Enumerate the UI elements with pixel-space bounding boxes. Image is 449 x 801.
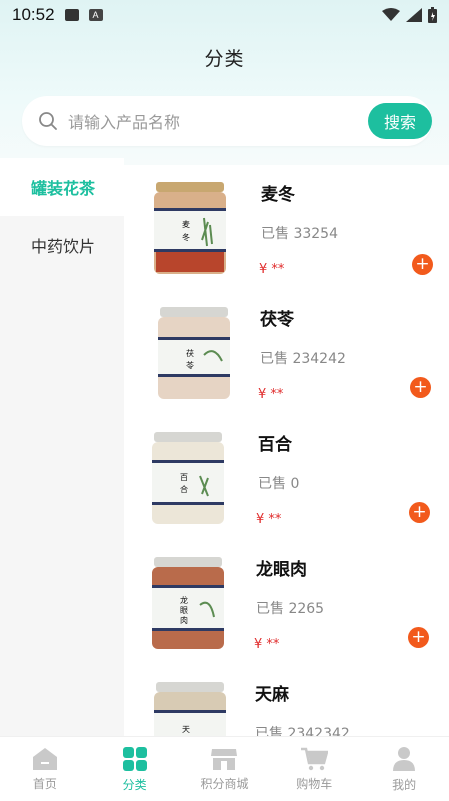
product-sold-count: 已售 33254 bbox=[261, 226, 338, 242]
signal-icon bbox=[406, 8, 422, 22]
tab-points-mall[interactable]: 积分商城 bbox=[184, 747, 264, 792]
sidebar-item-canned-tea[interactable]: 罐装花茶 bbox=[0, 158, 124, 216]
product-card[interactable]: 百 合 百合 已售 0 ¥ ** + bbox=[124, 428, 449, 553]
product-card[interactable]: 茯 苓 茯苓 已售 234242 ¥ ** + bbox=[124, 303, 449, 428]
jar-label-line3: 肉 bbox=[180, 615, 188, 625]
product-sold-count: 已售 0 bbox=[258, 476, 300, 492]
tab-home[interactable]: 首页 bbox=[5, 747, 85, 792]
page-title: 分类 bbox=[204, 48, 245, 70]
tab-label: 我的 bbox=[392, 777, 417, 792]
product-jar-image: 茯 苓 bbox=[158, 307, 230, 399]
product-name: 百合 bbox=[258, 435, 292, 455]
search-button[interactable]: 搜索 bbox=[368, 103, 432, 139]
product-price: ¥ ** bbox=[256, 512, 282, 527]
home-icon bbox=[32, 747, 57, 770]
status-bar: 10:52 A bbox=[0, 0, 449, 30]
product-jar-image: 百 合 bbox=[152, 432, 224, 524]
product-price: ¥ ** bbox=[254, 637, 280, 652]
add-to-cart-button[interactable]: + bbox=[412, 254, 433, 275]
jar-label-line2: 眼 bbox=[180, 606, 188, 615]
search-input[interactable]: 请输入产品名称 搜索 bbox=[22, 96, 432, 146]
jar-label-line1: 麦 bbox=[182, 219, 190, 229]
product-sold-count: 已售 234242 bbox=[260, 351, 346, 367]
product-jar-image: 龙 眼 肉 bbox=[152, 557, 224, 649]
jar-label-line2: 合 bbox=[180, 484, 188, 494]
search-placeholder: 请输入产品名称 bbox=[68, 113, 181, 132]
cart-icon bbox=[301, 747, 329, 770]
jar-label-line1: 天 bbox=[182, 725, 190, 734]
product-price: ¥ ** bbox=[258, 387, 284, 402]
product-sold-count: 已售 2265 bbox=[256, 601, 325, 617]
bottom-tab-bar: 首页 分类 积分商城 购物车 我的 bbox=[0, 736, 449, 801]
product-name: 天麻 bbox=[255, 685, 289, 705]
product-jar-image: 天 bbox=[154, 682, 226, 736]
product-name: 茯苓 bbox=[260, 310, 294, 330]
tab-category[interactable]: 分类 bbox=[95, 746, 175, 793]
product-price: ¥ ** bbox=[259, 262, 285, 277]
jar-label-line2: 冬 bbox=[182, 232, 190, 242]
search-icon bbox=[39, 112, 57, 130]
tab-label: 积分商城 bbox=[200, 776, 249, 791]
status-time: 10:52 bbox=[12, 5, 55, 24]
category-icon bbox=[122, 746, 147, 771]
tab-cart[interactable]: 购物车 bbox=[274, 747, 354, 792]
product-jar-image: 麦 冬 bbox=[154, 182, 226, 274]
product-name: 麦冬 bbox=[261, 185, 295, 205]
product-card[interactable]: 龙 眼 肉 龙眼肉 已售 2265 ¥ ** + bbox=[124, 553, 449, 678]
product-name: 龙眼肉 bbox=[256, 560, 307, 580]
jar-label-line1: 百 bbox=[180, 473, 188, 482]
jar-label-line2: 苓 bbox=[186, 360, 194, 370]
tab-mine[interactable]: 我的 bbox=[364, 746, 444, 793]
product-sold-count: 已售 2342342 bbox=[255, 726, 350, 736]
store-icon bbox=[211, 748, 238, 770]
image-notification-icon bbox=[64, 9, 79, 21]
wifi-icon bbox=[382, 8, 400, 21]
product-card[interactable]: 麦 冬 麦冬 已售 33254 ¥ ** + bbox=[124, 178, 449, 303]
user-icon bbox=[393, 746, 416, 771]
a-notification-icon: A bbox=[88, 9, 103, 21]
add-to-cart-button[interactable]: + bbox=[408, 627, 429, 648]
jar-label-line1: 茯 bbox=[186, 348, 194, 358]
tab-label: 分类 bbox=[122, 777, 147, 792]
add-to-cart-button[interactable]: + bbox=[410, 377, 431, 398]
sidebar-item-herbal-slices[interactable]: 中药饮片 bbox=[0, 216, 124, 274]
battery-icon bbox=[428, 7, 437, 23]
category-sidebar: 罐装花茶 中药饮片 bbox=[0, 158, 124, 736]
jar-label-line1: 龙 bbox=[180, 595, 188, 605]
product-card[interactable]: 天 天麻 已售 2342342 bbox=[124, 678, 449, 736]
add-to-cart-button[interactable]: + bbox=[409, 502, 430, 523]
tab-label: 首页 bbox=[32, 776, 57, 791]
tab-label: 购物车 bbox=[296, 776, 333, 791]
